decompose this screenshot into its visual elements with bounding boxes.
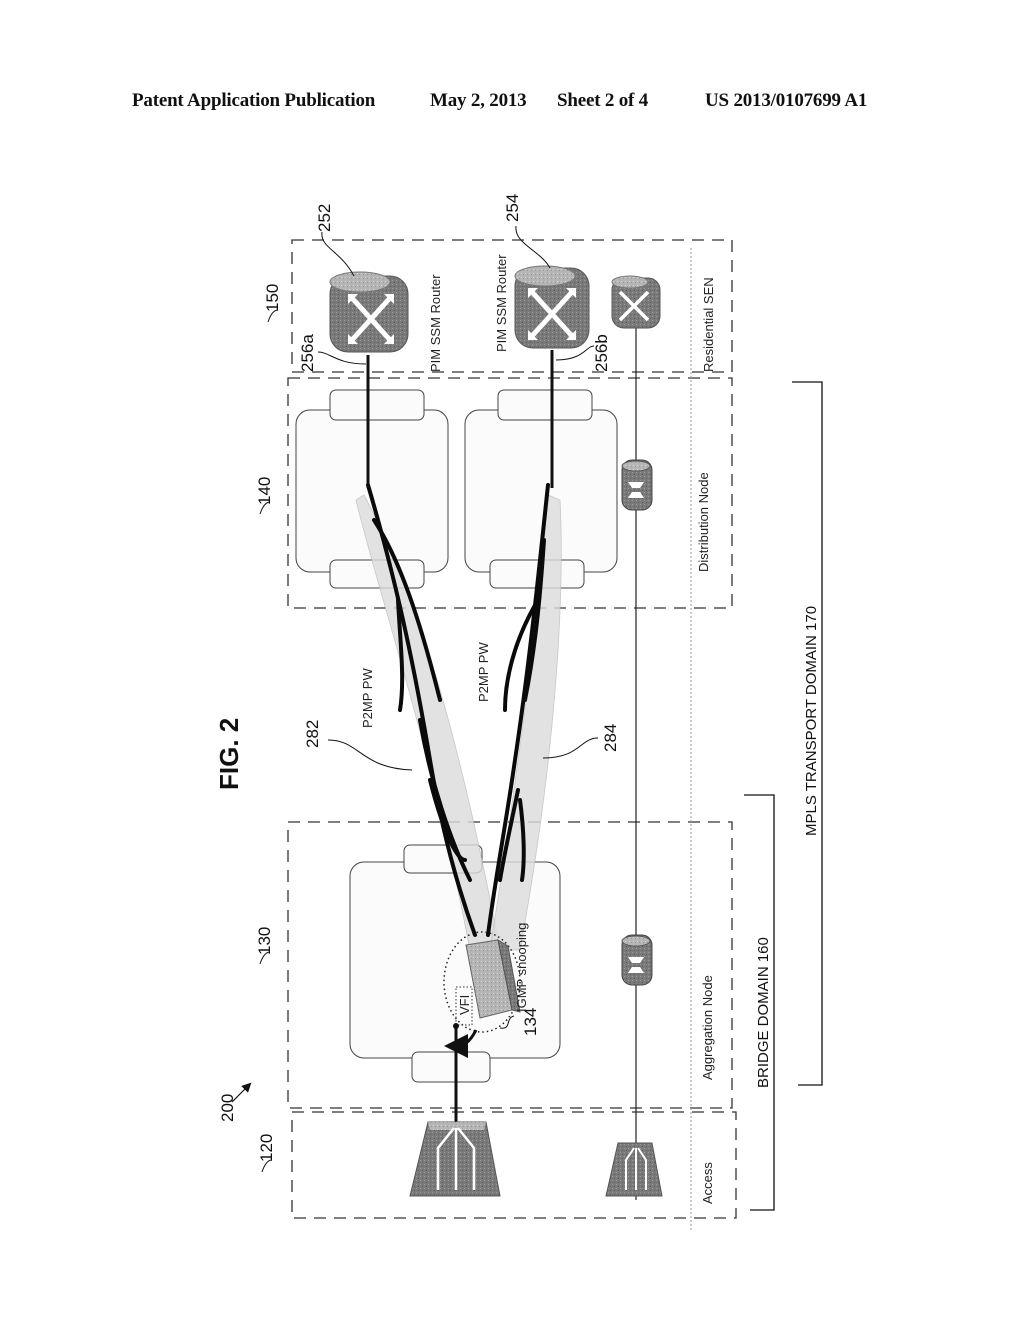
vfi-label: VFI — [457, 995, 472, 1015]
router-252-label: PIM SSM Router — [428, 274, 443, 372]
router-254-label: PIM SSM Router — [494, 254, 509, 352]
pseudowire-284-label: P2MP PW — [476, 642, 491, 702]
distribution-chassis-1-top — [329, 389, 425, 421]
access-device-2 — [605, 1142, 663, 1197]
figure-2-diagram: FIG. 2 150 140 130 120 200 Residential S… — [214, 194, 823, 1230]
ref-140: 140 — [255, 477, 274, 505]
mpls-domain-label: MPLS TRANSPORT DOMAIN 170 — [803, 606, 820, 836]
ref-150: 150 — [263, 284, 282, 312]
router-254 — [514, 265, 590, 349]
ref-200: 200 — [218, 1094, 237, 1122]
label-access: Access — [700, 1162, 715, 1204]
region-box-access — [291, 1111, 737, 1219]
residential-device-distribution — [621, 459, 653, 511]
ref-284: 284 — [601, 724, 620, 752]
aggregation-chassis-bottom — [411, 1051, 491, 1083]
ref-254: 254 — [503, 194, 522, 222]
ref-120: 120 — [257, 1134, 276, 1162]
ref-134: 134 — [521, 1008, 540, 1036]
router-252 — [329, 271, 409, 353]
distribution-chassis-2-top — [497, 389, 593, 421]
router-residential-sen — [611, 275, 661, 329]
ref-256a: 256a — [298, 334, 317, 372]
label-aggregation-node: Aggregation Node — [700, 975, 715, 1080]
label-distribution-node: Distribution Node — [696, 472, 711, 572]
residential-device-aggregation — [621, 934, 653, 986]
igmp-snooping-label: IGMP snooping — [514, 923, 529, 1012]
figure-title: FIG. 2 — [214, 718, 244, 790]
ref-252: 252 — [315, 204, 334, 232]
pseudowire-282-label: P2MP PW — [360, 668, 375, 728]
ref-130: 130 — [255, 927, 274, 955]
label-residential-sen: Residential SEN — [701, 277, 716, 372]
ref-256b: 256b — [592, 334, 611, 372]
bridge-domain-label: BRIDGE DOMAIN 160 — [755, 937, 772, 1088]
access-device-1 — [409, 1121, 501, 1197]
ref-282: 282 — [303, 720, 322, 748]
